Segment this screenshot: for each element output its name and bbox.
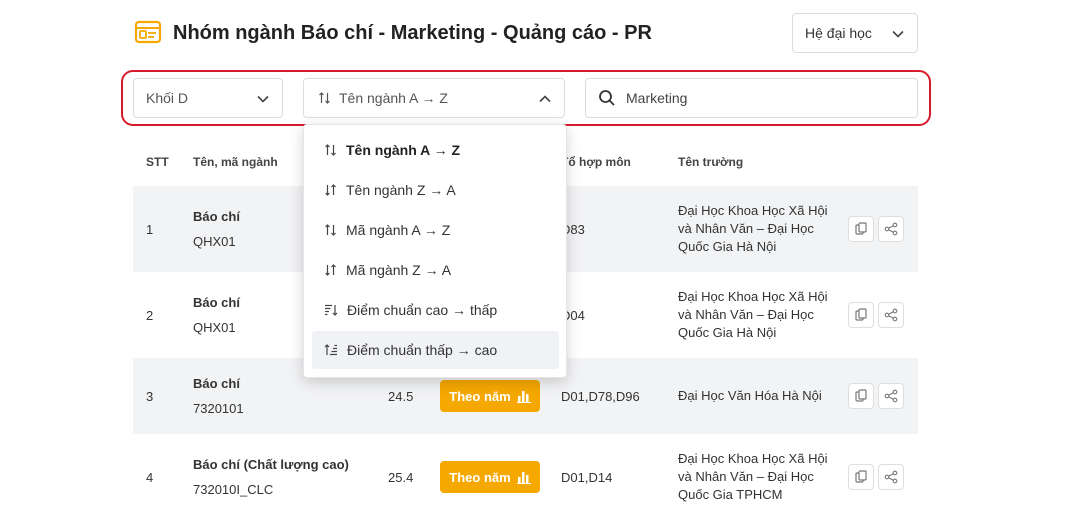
sort-option-score-desc[interactable]: Điểm chuẩn cao → thấp — [312, 291, 559, 329]
row-school: Đại Học Khoa Học Xã Hội và Nhân Văn – Đạ… — [678, 203, 828, 254]
row-combo: D01,D78,D96 — [561, 389, 640, 404]
row-stt: 2 — [146, 308, 154, 323]
row-major-code: 732010I_CLC — [193, 482, 274, 497]
share-icon — [884, 389, 898, 403]
row-stt: 3 — [146, 389, 154, 404]
search-icon — [599, 90, 615, 106]
sort-option-label: Điểm chuẩn thấp → cao — [347, 342, 498, 358]
row-school: Đại Học Khoa Học Xã Hội và Nhân Văn – Đạ… — [678, 289, 828, 340]
block-select-value: Khối D — [146, 90, 189, 106]
header-combo: Tổ hợp môn — [561, 155, 631, 169]
chevron-down-icon — [891, 27, 905, 44]
copy-icon — [855, 389, 867, 402]
header-school: Tên trường — [678, 155, 744, 169]
sort-option-label: Tên ngành Z → A — [346, 182, 456, 198]
sort-dropdown-menu: Tên ngành A → Z Tên ngành Z → A Mã ngành… — [303, 124, 567, 378]
copy-icon — [855, 308, 867, 321]
share-icon — [884, 222, 898, 236]
list-card-icon — [134, 19, 162, 45]
copy-button[interactable] — [848, 383, 874, 409]
row-major-code: QHX01 — [193, 320, 236, 335]
copy-icon — [855, 470, 867, 483]
sort-option-label: Tên ngành A → Z — [346, 142, 461, 158]
sort-option-label: Mã ngành A → Z — [346, 222, 451, 238]
sort-az-icon — [324, 143, 337, 157]
copy-icon — [855, 222, 867, 235]
sort-desc-icon — [324, 303, 338, 317]
row-major-name: Báo chí — [193, 295, 240, 310]
header-name: Tên, mã ngành — [193, 155, 278, 169]
bar-chart-icon — [516, 471, 531, 484]
copy-button[interactable] — [848, 464, 874, 490]
sort-option-score-asc[interactable]: Điểm chuẩn thấp → cao — [312, 331, 559, 369]
share-button[interactable] — [878, 302, 904, 328]
sort-select-value: Tên ngành A → Z — [339, 90, 448, 106]
row-combo: D01,D14 — [561, 470, 613, 485]
sort-za-icon — [324, 263, 337, 277]
bar-chart-icon — [516, 390, 531, 403]
sort-asc-icon — [324, 343, 338, 357]
row-major-name: Báo chí (Chất lượng cao) — [193, 457, 349, 472]
chevron-down-icon — [256, 92, 270, 109]
search-input[interactable]: Marketing — [585, 78, 918, 118]
share-button[interactable] — [878, 464, 904, 490]
copy-button[interactable] — [848, 216, 874, 242]
sort-option-name-desc[interactable]: Tên ngành Z → A — [312, 171, 559, 209]
row-school: Đại Học Văn Hóa Hà Nội — [678, 388, 822, 403]
search-value: Marketing — [626, 90, 688, 106]
sort-option-code-desc[interactable]: Mã ngành Z → A — [312, 251, 559, 289]
row-major-name: Báo chí — [193, 209, 240, 224]
sort-az-icon — [318, 91, 331, 105]
row-score: 25.4 — [388, 470, 414, 485]
by-year-label: Theo năm — [449, 388, 511, 404]
share-button[interactable] — [878, 216, 904, 242]
row-stt: 4 — [146, 470, 154, 485]
sort-az-icon — [324, 223, 337, 237]
row-major-code: QHX01 — [193, 234, 236, 249]
row-stt: 1 — [146, 222, 154, 237]
education-level-value: Hệ đại học — [805, 25, 872, 41]
education-level-select[interactable]: Hệ đại học — [792, 13, 918, 53]
chevron-up-icon — [538, 92, 552, 109]
sort-option-name-asc[interactable]: Tên ngành A → Z — [312, 131, 559, 169]
by-year-button[interactable]: Theo năm — [440, 380, 540, 412]
share-button[interactable] — [878, 383, 904, 409]
copy-button[interactable] — [848, 302, 874, 328]
sort-za-icon — [324, 183, 337, 197]
share-icon — [884, 308, 898, 322]
by-year-button[interactable]: Theo năm — [440, 461, 540, 493]
row-score: 24.5 — [388, 389, 414, 404]
row-major-code: 7320101 — [193, 401, 244, 416]
block-select[interactable]: Khối D — [133, 78, 283, 118]
by-year-label: Theo năm — [449, 469, 511, 485]
row-major-name: Báo chí — [193, 376, 240, 391]
share-icon — [884, 470, 898, 484]
sort-option-label: Mã ngành Z → A — [346, 262, 452, 278]
sort-option-label: Điểm chuẩn cao → thấp — [347, 302, 498, 318]
sort-select[interactable]: Tên ngành A → Z — [303, 78, 565, 118]
page-title: Nhóm ngành Báo chí - Marketing - Quảng c… — [173, 22, 652, 44]
sort-option-code-asc[interactable]: Mã ngành A → Z — [312, 211, 559, 249]
row-school: Đại Học Khoa Học Xã Hội và Nhân Văn – Đạ… — [678, 451, 828, 502]
table-row: 4 Báo chí (Chất lượng cao) 732010I_CLC 2… — [133, 434, 918, 514]
header-stt: STT — [146, 155, 169, 169]
